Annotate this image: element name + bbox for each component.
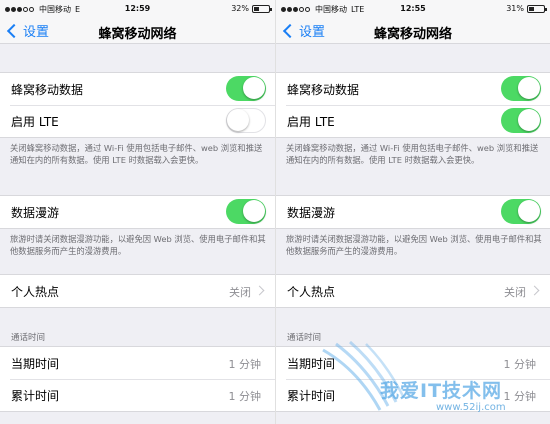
- lte-label: 启用 LTE: [287, 115, 335, 129]
- status-bar: 中国移动 LTE 12:55 31%: [276, 0, 550, 18]
- hotspot-group: 个人热点 关闭: [0, 274, 275, 308]
- cellular-data-footnote: 关闭蜂窝移动数据，通过 Wi-Fi 使用包括电子邮件、web 浏览和推送通知在内…: [10, 143, 263, 165]
- battery-percent: 31%: [506, 4, 524, 13]
- cellular-data-footnote: 关闭蜂窝移动数据，通过 Wi-Fi 使用包括电子邮件、web 浏览和推送通知在内…: [286, 143, 539, 165]
- lte-toggle[interactable]: [226, 108, 266, 133]
- roaming-label: 数据漫游: [11, 206, 60, 220]
- roaming-row: 数据漫游: [0, 196, 275, 228]
- cellular-data-row: 蜂窝移动数据: [0, 73, 275, 105]
- toggle-knob: [518, 109, 540, 131]
- chevron-right-icon: [254, 285, 265, 296]
- call-time-group: 当期时间 1 分钟 累计时间 1 分钟: [276, 346, 550, 412]
- roaming-toggle[interactable]: [501, 199, 541, 224]
- phone-screen-right: 中国移动 LTE 12:55 31% 设置 蜂窝移动网络 蜂窝移动数据 启用 L…: [275, 0, 550, 424]
- lifetime-value: 1 分钟: [503, 390, 537, 403]
- lifetime-value: 1 分钟: [228, 390, 262, 403]
- battery-level-fill: [254, 6, 259, 11]
- roaming-group: 数据漫游: [276, 195, 550, 229]
- toggle-knob: [227, 109, 249, 131]
- call-time-header: 通话时间: [11, 333, 46, 343]
- chevron-right-icon: [529, 285, 540, 296]
- battery-icon: [252, 4, 272, 13]
- cellular-data-label: 蜂窝移动数据: [287, 83, 360, 97]
- hotspot-group: 个人热点 关闭: [276, 274, 550, 308]
- current-period-label: 当期时间: [11, 357, 60, 371]
- personal-hotspot-row[interactable]: 个人热点 关闭: [276, 275, 550, 307]
- roaming-row: 数据漫游: [276, 196, 550, 228]
- current-period-value: 1 分钟: [228, 358, 262, 371]
- cellular-data-toggle[interactable]: [501, 76, 541, 101]
- current-period-row: 当期时间 1 分钟: [276, 347, 550, 379]
- personal-hotspot-value: 关闭: [229, 286, 251, 299]
- lte-row: 启用 LTE: [276, 105, 550, 137]
- cellular-data-toggle[interactable]: [226, 76, 266, 101]
- page-title: 蜂窝移动网络: [98, 27, 177, 42]
- lifetime-row: 累计时间 1 分钟: [0, 379, 275, 411]
- toggle-knob: [518, 77, 540, 99]
- cellular-settings-group: 蜂窝移动数据 启用 LTE: [276, 72, 550, 138]
- roaming-footnote: 旅游时请关闭数据漫游功能，以避免因 Web 浏览、使用电子邮件和其他数据服务而产…: [10, 234, 266, 256]
- current-period-value: 1 分钟: [503, 358, 537, 371]
- cellular-data-label: 蜂窝移动数据: [11, 83, 84, 97]
- battery-icon: [527, 4, 547, 13]
- toggle-knob: [243, 77, 265, 99]
- lte-row: 启用 LTE: [0, 105, 275, 137]
- roaming-footnote: 旅游时请关闭数据漫游功能，以避免因 Web 浏览、使用电子邮件和其他数据服务而产…: [286, 234, 542, 256]
- call-time-header: 通话时间: [287, 333, 322, 343]
- battery-level-fill: [529, 6, 534, 11]
- navigation-bar: 设置 蜂窝移动网络: [0, 18, 275, 44]
- page-title: 蜂窝移动网络: [373, 27, 452, 42]
- roaming-group: 数据漫游: [0, 195, 275, 229]
- phone-screen-left: 中国移动 E 12:59 32% 设置 蜂窝移动网络 蜂窝移动数据 启用 LTE…: [0, 0, 275, 424]
- personal-hotspot-value: 关闭: [504, 286, 526, 299]
- toggle-knob: [243, 200, 265, 222]
- battery-percent: 32%: [231, 4, 249, 13]
- call-time-group: 当期时间 1 分钟 累计时间 1 分钟: [0, 346, 275, 412]
- navigation-bar: 设置 蜂窝移动网络: [276, 18, 550, 44]
- roaming-toggle[interactable]: [226, 199, 266, 224]
- current-period-label: 当期时间: [287, 357, 336, 371]
- lifetime-label: 累计时间: [11, 389, 60, 403]
- cellular-data-row: 蜂窝移动数据: [276, 73, 550, 105]
- cellular-settings-group: 蜂窝移动数据 启用 LTE: [0, 72, 275, 138]
- lte-toggle[interactable]: [501, 108, 541, 133]
- lifetime-label: 累计时间: [287, 389, 336, 403]
- status-bar: 中国移动 E 12:59 32%: [0, 0, 275, 18]
- personal-hotspot-row[interactable]: 个人热点 关闭: [0, 275, 275, 307]
- personal-hotspot-label: 个人热点: [287, 285, 336, 299]
- current-period-row: 当期时间 1 分钟: [0, 347, 275, 379]
- lifetime-row: 累计时间 1 分钟: [276, 379, 550, 411]
- personal-hotspot-label: 个人热点: [11, 285, 60, 299]
- roaming-label: 数据漫游: [287, 206, 336, 220]
- lte-label: 启用 LTE: [11, 115, 59, 129]
- toggle-knob: [518, 200, 540, 222]
